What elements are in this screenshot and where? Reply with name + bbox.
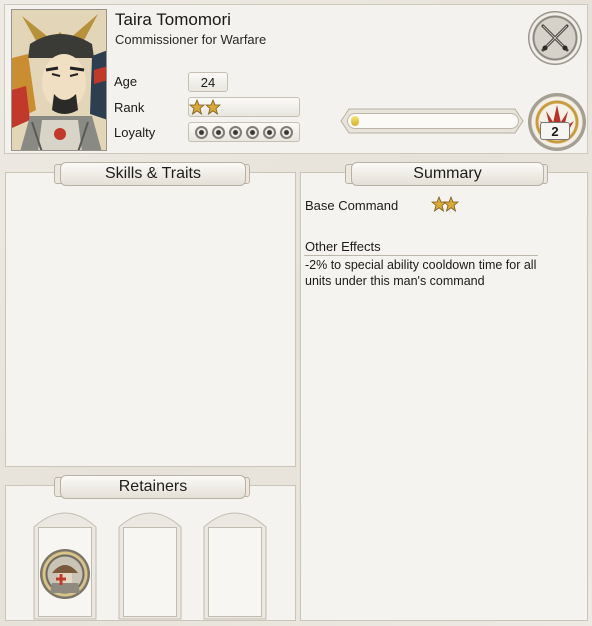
star-icon — [189, 99, 205, 115]
loyalty-pip-icon — [280, 125, 293, 139]
summary-title[interactable]: Summary — [351, 162, 544, 186]
loyalty-pips — [188, 122, 300, 142]
loyalty-pip-icon — [263, 125, 276, 139]
star-icon — [443, 196, 459, 212]
skills-traits-title[interactable]: Skills & Traits — [60, 162, 246, 186]
armoured-retainer-icon[interactable] — [40, 549, 90, 599]
loyalty-pip-icon — [229, 125, 242, 139]
rank-stars-box — [188, 97, 300, 117]
character-details-page: Taira Tomomori Commissioner for Warfare … — [0, 0, 592, 626]
other-effects-label: Other Effects — [305, 239, 381, 254]
retainer-slot-2[interactable] — [117, 505, 183, 621]
experience-fill — [351, 116, 359, 126]
character-name: Taira Tomomori — [115, 10, 231, 29]
retainer-slot-3[interactable] — [202, 505, 268, 621]
retainers-title[interactable]: Retainers — [60, 475, 246, 499]
experience-track — [347, 113, 519, 129]
character-title: Commissioner for Warfare — [115, 32, 267, 47]
base-command-label: Base Command — [305, 198, 399, 213]
loyalty-pip-icon — [195, 125, 208, 139]
loyalty-pip-icon — [212, 125, 225, 139]
character-header: Taira Tomomori Commissioner for Warfare … — [4, 4, 588, 154]
effect-description: -2% to special ability cooldown time for… — [305, 258, 537, 288]
skills-traits-panel — [5, 172, 296, 467]
samurai-portrait — [11, 9, 107, 151]
retainer-slot-frame — [123, 527, 177, 617]
retainer-slot-frame — [208, 527, 262, 617]
loyalty-label: Loyalty — [114, 125, 156, 140]
retainer-slot-1[interactable] — [32, 505, 98, 621]
rank-number: 2 — [540, 122, 570, 140]
age-label: Age — [114, 74, 138, 89]
rank-label: Rank — [114, 100, 145, 115]
section-divider — [304, 255, 538, 256]
base-command-stars — [431, 196, 461, 212]
star-icon — [205, 99, 221, 115]
loyalty-pip-icon — [246, 125, 259, 139]
experience-bar — [339, 105, 525, 137]
age-value: 24 — [188, 72, 228, 92]
crossed-swords-icon[interactable] — [528, 11, 582, 65]
